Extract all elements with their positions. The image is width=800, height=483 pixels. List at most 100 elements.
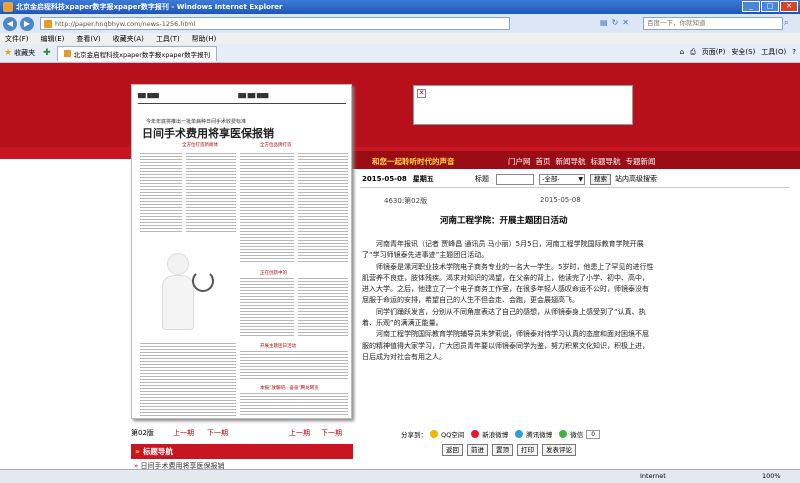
help-icon[interactable]: ?	[792, 48, 796, 56]
share-weibo[interactable]: 新浪微博	[482, 429, 508, 439]
compat-view-icon[interactable]: ▤	[600, 18, 608, 27]
tab-page-icon	[63, 50, 71, 57]
paper-subhead: 全方位品牌打造	[260, 143, 292, 148]
site-header	[0, 63, 800, 147]
menu-tools[interactable]: 工具(T)	[156, 34, 180, 44]
paper-column	[240, 153, 294, 263]
next-issue-link-2[interactable]: 下一期	[321, 428, 342, 438]
search-scope-select[interactable]: -全部- ▼	[539, 173, 585, 185]
paper-column	[186, 153, 236, 233]
article-paragraph: 同学们踊跃发言，分别从不同角度表达了自己的感想，从师镜泰身上感受到了“认真、执着…	[362, 307, 646, 328]
menu-help[interactable]: 帮助(H)	[192, 34, 217, 44]
article-page-id: 4630:第02版	[384, 197, 428, 205]
back-button[interactable]: 返回	[442, 444, 463, 456]
share-count: 0	[586, 429, 601, 439]
stop-icon[interactable]: ✕	[622, 18, 629, 27]
chevron-down-icon: ▼	[578, 175, 583, 183]
article-paragraph: 师镜泰是漯河职业技术学院电子商务专业的一名大一学生。5岁时，他患上了罕见的进行性…	[362, 262, 654, 305]
nav-portal[interactable]: 门户网	[508, 156, 531, 167]
home-icon[interactable]: ⌂	[680, 48, 684, 56]
arrow-icon: »	[135, 447, 140, 456]
weibo-icon[interactable]	[471, 430, 480, 438]
print-icon[interactable]: ⎙	[690, 48, 696, 57]
close-button[interactable]: ✕	[780, 1, 798, 12]
forward-button[interactable]: 前进	[467, 444, 488, 456]
nav-topics[interactable]: 专题新闻	[626, 156, 656, 167]
nav-news[interactable]: 新闻导航	[556, 156, 586, 167]
favorites-bar: ★ 收藏夹 ✚ 北京金启程科技xpaper数字报xpaper数字报刊 ⌂ ⎙ 页…	[0, 44, 800, 63]
paper-kicker: 今年年底将推出一批单病种日间手术收费标准	[146, 119, 247, 125]
qzone-icon[interactable]	[430, 430, 438, 438]
search-button[interactable]: 搜索	[590, 173, 611, 185]
prev-issue-link[interactable]: 上一期	[173, 428, 194, 438]
menu-view[interactable]: 查看(V)	[76, 34, 100, 44]
title-nav-label: 标题导航	[142, 447, 173, 456]
article-paragraph: 河南工程学院国际教育学院辅导员朱梦莉说，师镜泰对待学习认真的态度和面对困境不屈服…	[362, 330, 649, 361]
article-paragraph: 河南青年报讯（记者 贾峰昌 通讯员 马小丽）5月5日，河南工程学院国际教育学院开…	[362, 240, 644, 260]
forward-arrow-icon[interactable]: ▶	[20, 16, 34, 31]
safety-menu[interactable]: 安全(S)	[731, 47, 755, 57]
paper-headline[interactable]: 日间手术费用将享医保报销	[142, 125, 274, 141]
masthead-rule	[138, 103, 346, 104]
advanced-search-link[interactable]: 站内高级搜索	[615, 174, 657, 184]
banner-ad[interactable]: ✕	[413, 85, 633, 125]
refresh-icon[interactable]: ↻	[612, 18, 619, 27]
favorites-star-icon[interactable]: ★	[4, 48, 12, 58]
site-nav: 门户网 首页 新闻导航 标题导航 专题新闻	[508, 156, 656, 167]
page-content: ✕ 和您一起聆听时代的声音 门户网 首页 新闻导航 标题导航 专题新闻 ▇▇ ▇…	[0, 63, 800, 470]
url-text: http://paper.hnqbhyw.com/news-1256.html	[55, 19, 196, 28]
search-icon[interactable]: ⌕	[784, 18, 788, 28]
paper-subhead: 开展主题团日活动	[260, 344, 296, 349]
menu-favorites[interactable]: 收藏夹(A)	[113, 34, 144, 44]
add-favorite-icon[interactable]: ✚	[43, 48, 51, 58]
menu-edit[interactable]: 编辑(E)	[41, 34, 65, 44]
menu-bar: 文件(F) 编辑(E) 查看(V) 收藏夹(A) 工具(T) 帮助(H)	[0, 33, 800, 44]
status-bar: Internet 100%	[0, 469, 800, 483]
url-field[interactable]: http://paper.hnqbhyw.com/news-1256.html	[40, 17, 510, 30]
article-date: 2015-05-08	[540, 196, 581, 204]
title-search-label: 标题	[475, 175, 489, 183]
wechat-icon[interactable]	[559, 430, 568, 438]
page-menu[interactable]: 页面(P)	[702, 47, 726, 57]
share-qzone[interactable]: QQ空间	[441, 429, 464, 439]
paper-column	[240, 278, 294, 338]
nav-home[interactable]: 首页	[536, 156, 551, 167]
search-input[interactable]: 百度一下，你就知道	[643, 17, 783, 30]
browser-tab[interactable]: 北京金启程科技xpaper数字报xpaper数字报刊	[56, 45, 218, 61]
paper-subhead: 本报“放暖吧、奋奋”腾龙网页	[260, 386, 319, 391]
paper-column	[140, 343, 236, 417]
back-arrow-icon[interactable]: ◀	[3, 16, 17, 31]
search-row: 2015-05-08 星期五 标题 -全部- ▼ 搜索 站内高级搜索	[360, 172, 790, 186]
tools-menu[interactable]: 工具(O)	[761, 47, 786, 57]
title-search-input[interactable]	[496, 173, 534, 185]
minimize-button[interactable]: _	[742, 1, 760, 12]
share-wechat[interactable]: 微信	[570, 429, 583, 439]
window-title-bar: 北京金启程科技xpaper数字报xpaper数字报刊 - Windows Int…	[0, 0, 800, 14]
share-bar: 分享到： QQ空间 新浪微博 腾讯微博 微信 0	[401, 429, 601, 439]
top-button[interactable]: 置顶	[492, 444, 513, 456]
broken-image-icon: ✕	[417, 89, 426, 98]
title-nav-header: » 标题导航	[131, 444, 353, 459]
search-scope-value: -全部-	[542, 174, 560, 183]
favorites-label[interactable]: 收藏夹	[14, 48, 35, 58]
prev-issue-link-2[interactable]: 上一期	[289, 428, 310, 438]
current-weekday: 星期五	[412, 175, 434, 183]
next-issue-link[interactable]: 下一期	[207, 428, 228, 438]
paper-column	[140, 153, 182, 233]
tencent-weibo-icon[interactable]	[515, 430, 524, 438]
newspaper-page-image[interactable]: ▇▇ ▇▇▇ ▇▇ ▇▇ ▇▇▇ 今年年底将推出一批单病种日间手术收费标准 日间…	[131, 84, 352, 419]
current-date: 2015-05-08	[362, 175, 407, 183]
zoom-level[interactable]: 100%	[762, 472, 781, 480]
security-zone: Internet	[640, 472, 666, 480]
share-label: 分享到：	[401, 431, 427, 439]
print-button[interactable]: 打印	[517, 444, 538, 456]
maximize-button[interactable]: □	[761, 1, 779, 12]
nav-titles[interactable]: 标题导航	[591, 156, 621, 167]
comment-button[interactable]: 发表评论	[542, 444, 576, 456]
paper-subhead: 全方位打造新闻体	[182, 143, 218, 148]
article-actions: 返回 前进 置顶 打印 发表评论	[442, 444, 576, 456]
share-tencent[interactable]: 腾讯微博	[526, 429, 552, 439]
address-toolbar: ◀ ▶ http://paper.hnqbhyw.com/news-1256.h…	[0, 14, 800, 33]
menu-file[interactable]: 文件(F)	[5, 34, 29, 44]
paper-illustration	[162, 275, 194, 330]
